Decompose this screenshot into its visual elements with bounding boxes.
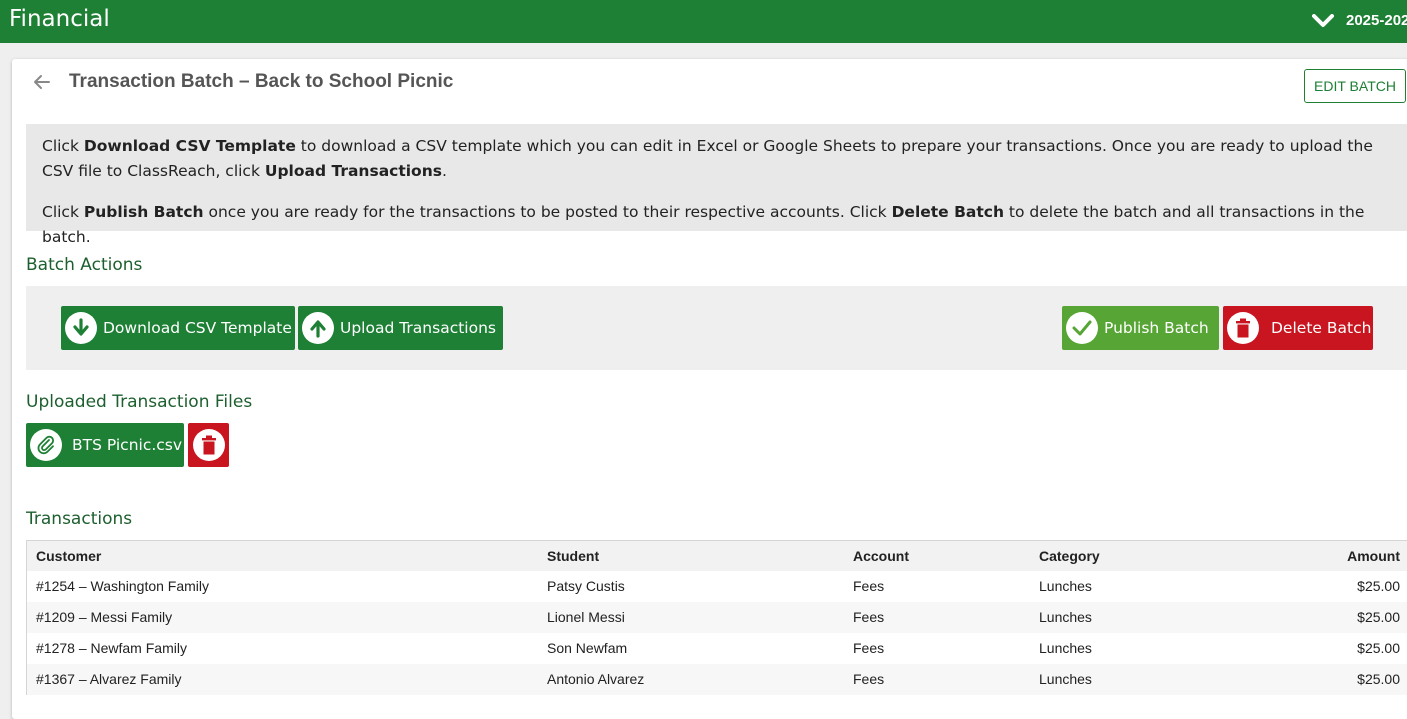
instruction-emphasis: Publish Batch <box>83 203 204 221</box>
column-header-customer: Customer <box>36 548 102 564</box>
account-cell: Fees <box>853 671 885 687</box>
instruction-emphasis: Delete Batch <box>891 203 1004 221</box>
batch-actions-heading: Batch Actions <box>26 255 143 275</box>
transactions-table: Customer Student Account Category Amount… <box>26 540 1407 695</box>
trash-icon <box>1227 312 1259 344</box>
amount-cell: $25.00 <box>1357 609 1400 625</box>
amount-cell: $25.00 <box>1357 640 1400 656</box>
category-cell: Lunches <box>1039 609 1092 625</box>
account-cell: Fees <box>853 578 885 594</box>
column-header-amount: Amount <box>1347 548 1400 564</box>
table-row: #1367 – Alvarez Family Antonio Alvarez F… <box>27 664 1407 695</box>
uploaded-file-name: BTS Picnic.csv <box>72 436 183 454</box>
instruction-text: . <box>441 162 447 180</box>
column-header-student: Student <box>547 548 600 564</box>
account-cell: Fees <box>853 640 885 656</box>
amount-cell: $25.00 <box>1357 671 1400 687</box>
customer-cell: #1278 – Newfam Family <box>36 640 187 656</box>
table-row: #1209 – Messi Family Lionel Messi Fees L… <box>27 602 1407 633</box>
uploaded-files-heading: Uploaded Transaction Files <box>26 392 253 412</box>
download-csv-template-button[interactable]: Download CSV Template <box>61 306 295 350</box>
customer-cell: #1254 – Washington Family <box>36 578 210 594</box>
amount-cell: $25.00 <box>1357 578 1400 594</box>
download-icon <box>65 312 97 344</box>
chevron-down-icon <box>1312 13 1334 27</box>
column-header-account: Account <box>853 548 909 564</box>
instruction-text: Click <box>42 203 84 221</box>
instructions-panel: Click Download CSV Template to download … <box>26 124 1407 246</box>
instruction-emphasis: Download CSV Template <box>83 137 296 155</box>
student-cell: Antonio Alvarez <box>547 671 645 687</box>
student-cell: Patsy Custis <box>547 578 625 594</box>
publish-batch-button[interactable]: Publish Batch <box>1062 306 1219 350</box>
column-header-category: Category <box>1039 548 1100 564</box>
edit-batch-button[interactable]: EDIT BATCH <box>1304 69 1406 103</box>
instruction-emphasis: Upload Transactions <box>264 162 442 180</box>
upload-icon <box>302 312 334 344</box>
upload-transactions-button[interactable]: Upload Transactions <box>298 306 503 350</box>
publish-batch-label: Publish Batch <box>1104 319 1209 337</box>
instructions-paragraph-2: Click Publish Batch once you are ready f… <box>42 200 1391 250</box>
download-csv-template-label: Download CSV Template <box>103 319 292 337</box>
delete-file-button[interactable] <box>188 423 229 467</box>
instructions-paragraph-1: Click Download CSV Template to download … <box>42 134 1391 184</box>
table-header-row: Customer Student Account Category Amount <box>27 541 1407 571</box>
instruction-text: once you are ready for the transactions … <box>203 203 892 221</box>
customer-cell: #1367 – Alvarez Family <box>36 671 182 687</box>
table-row: #1254 – Washington Family Patsy Custis F… <box>27 571 1407 602</box>
year-selector[interactable]: 2025-2026 <box>1312 12 1407 29</box>
table-row: #1278 – Newfam Family Son Newfam Fees Lu… <box>27 633 1407 664</box>
top-bar: Financial 2025-2026 <box>0 0 1407 43</box>
delete-batch-label: Delete Batch <box>1271 319 1372 337</box>
category-cell: Lunches <box>1039 671 1092 687</box>
account-cell: Fees <box>853 609 885 625</box>
page-title: Transaction Batch – Back to School Picni… <box>69 71 454 92</box>
transactions-heading: Transactions <box>26 509 133 529</box>
back-arrow-icon[interactable] <box>33 73 51 91</box>
uploaded-file-item[interactable]: BTS Picnic.csv <box>26 423 184 467</box>
instruction-text: Click <box>42 137 84 155</box>
delete-batch-button[interactable]: Delete Batch <box>1223 306 1373 350</box>
customer-cell: #1209 – Messi Family <box>36 609 173 625</box>
paperclip-icon <box>30 429 62 461</box>
student-cell: Son Newfam <box>547 640 628 656</box>
category-cell: Lunches <box>1039 640 1092 656</box>
category-cell: Lunches <box>1039 578 1092 594</box>
app-title: Financial <box>9 6 110 32</box>
student-cell: Lionel Messi <box>547 609 625 625</box>
trash-icon <box>192 429 225 461</box>
upload-transactions-label: Upload Transactions <box>340 319 496 337</box>
year-label: 2025-2026 <box>1346 12 1407 29</box>
checkmark-icon <box>1066 312 1098 344</box>
